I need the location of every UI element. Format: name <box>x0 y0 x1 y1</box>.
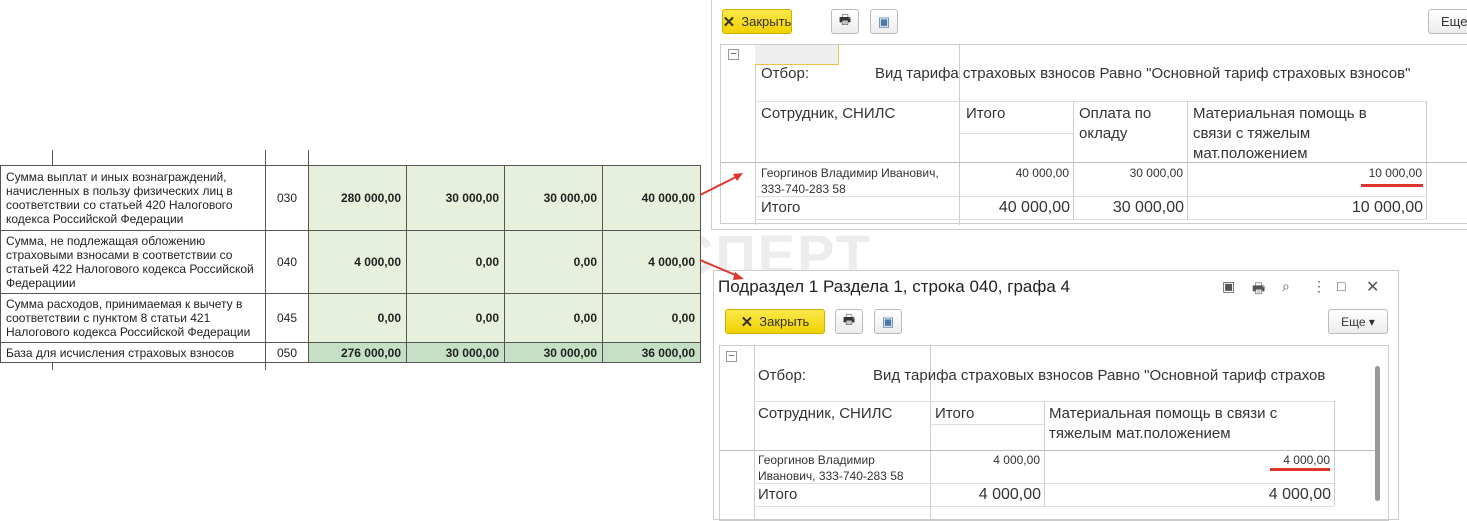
save-icon: ▣ <box>877 13 891 29</box>
maximize-icon[interactable]: □ <box>1337 278 1345 294</box>
more-menu-icon[interactable]: ⋮ <box>1312 278 1326 295</box>
collapse-icon[interactable]: – <box>728 49 739 60</box>
arrow-icons <box>699 173 744 280</box>
column-header: Итого <box>935 405 975 422</box>
divider <box>308 150 309 165</box>
employee-cell[interactable]: Георгинов Владимир Иванович, 333-740-283… <box>758 452 923 484</box>
print-icon: 🖶 <box>838 11 852 27</box>
save-button[interactable]: ▣ <box>874 309 902 334</box>
report-grid: – Отбор: Вид тарифа страховых взносов Ра… <box>720 44 1467 225</box>
scrollbar[interactable] <box>1375 366 1380 501</box>
column-header: Материальная помощь в связи с тяжелым ма… <box>1049 405 1278 442</box>
divider <box>52 362 53 370</box>
divider <box>265 150 266 165</box>
table-row: Сумма расходов, принимаемая к вычету в с… <box>0 293 701 343</box>
preview-icon[interactable]: ⌕ <box>1282 278 1290 295</box>
close-button[interactable]: ✕ Закрыть <box>725 309 825 334</box>
print-icon[interactable]: 🖶 <box>1252 278 1265 302</box>
close-button[interactable]: ✕ Закрыть <box>722 9 792 34</box>
column-header: Сотрудник, СНИЛС <box>758 405 893 422</box>
report-grid: – Отбор: Вид тарифа страховых взносов Ра… <box>719 345 1389 521</box>
save-button[interactable]: ▣ <box>870 9 898 34</box>
close-icon: ✕ <box>740 313 754 331</box>
report-window-bottom: Подраздел 1 Раздела 1, строка 040, графа… <box>713 270 1399 521</box>
column-header: Материальная помощь в связи с тяжелым ма… <box>1193 105 1367 162</box>
highlight-underline <box>1270 468 1330 471</box>
divider <box>52 150 53 165</box>
save-icon: ▣ <box>881 313 895 329</box>
column-header: Оплата по окладу <box>1079 105 1152 142</box>
more-button[interactable]: Еще <box>1428 9 1467 34</box>
highlight-underline <box>1361 184 1423 187</box>
employee-cell[interactable]: Георгинов Владимир Иванович, 333-740-283… <box>761 165 961 197</box>
table-row: Сумма, не подлежащая обложению страховым… <box>0 230 701 294</box>
table-row: База для исчисления страховых взносов 050… <box>0 342 701 363</box>
more-button[interactable]: Еще ▾ <box>1328 309 1388 334</box>
table-row: Сумма выплат и иных вознаграждений, начи… <box>0 165 701 231</box>
print-icon: 🖶 <box>842 311 856 327</box>
print-button[interactable]: 🖶 <box>835 309 863 334</box>
column-header: Итого <box>966 105 1006 122</box>
collapse-icon[interactable]: – <box>726 351 737 362</box>
window-title: Подраздел 1 Раздела 1, строка 040, графа… <box>718 277 1070 296</box>
close-icon: ✕ <box>722 13 736 31</box>
column-header: Сотрудник, СНИЛС <box>761 105 896 122</box>
report-window-top: ✕ Закрыть 🖶 ▣ Еще – Отбор: Вид тарифа стр… <box>711 0 1467 230</box>
report-table: Сумма выплат и иных вознаграждений, начи… <box>0 165 701 363</box>
print-button[interactable]: 🖶 <box>831 9 859 34</box>
close-window-icon[interactable]: ✕ <box>1366 277 1379 297</box>
save-icon[interactable]: ▣ <box>1222 278 1235 295</box>
divider <box>265 362 266 370</box>
